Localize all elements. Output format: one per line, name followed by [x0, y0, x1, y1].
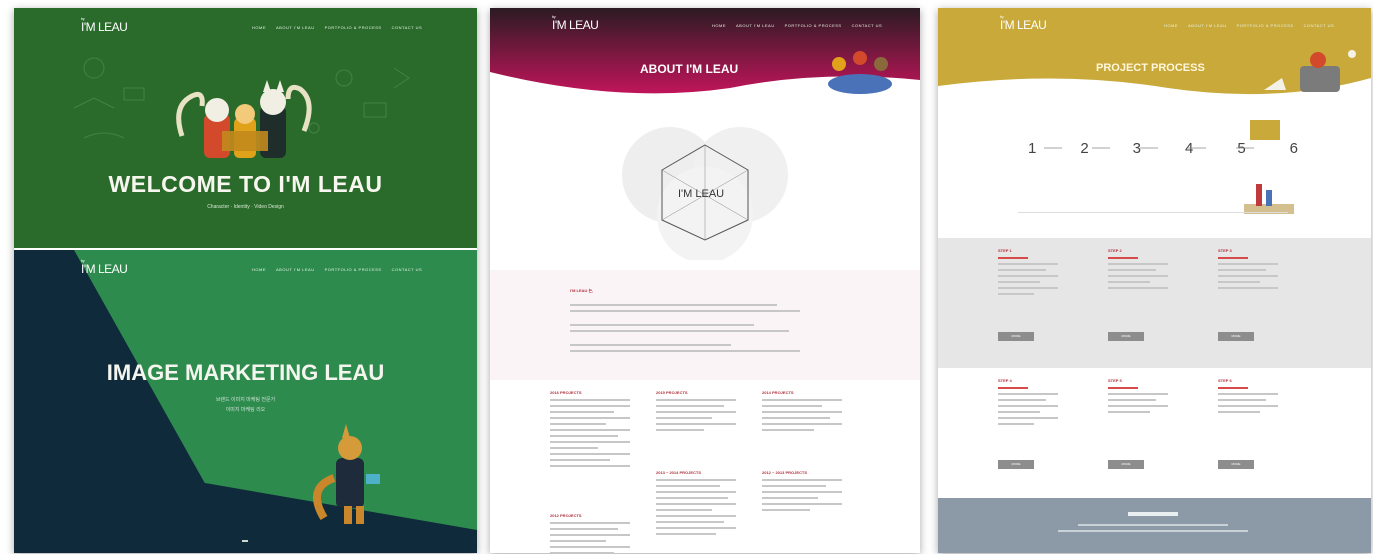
step-card-4: STEP 4 — [998, 378, 1058, 429]
hero-title: WELCOME TO I'M LEAU — [108, 171, 383, 197]
more-button-6[interactable]: MORE — [1218, 460, 1254, 469]
logo-small-text-2: by — [81, 258, 85, 263]
project-column-2016: 2016 PROJECTS — [550, 390, 630, 471]
more-button-3[interactable]: MORE — [1218, 332, 1254, 341]
nav-contact-3[interactable]: CONTACT US — [852, 23, 883, 28]
more-button-1[interactable]: MORE — [998, 332, 1034, 341]
footer-text-line-2 — [1058, 530, 1248, 532]
building-illustration — [1244, 184, 1294, 214]
brand-logo-3[interactable]: by I'M LEAU — [552, 14, 599, 32]
col-head-2016: 2016 PROJECTS — [550, 390, 582, 395]
slide2-title: IMAGE MARKETING LEAU — [106, 360, 385, 385]
timeline-divider — [1018, 212, 1288, 213]
top-nav-4: HOME ABOUT I'M LEAU PORTFOLIO & PROCESS … — [1164, 23, 1334, 28]
screenshot-collage: by I'M LEAU HOME ABOUT I'M LEAU PORTFOLI… — [0, 0, 1373, 554]
nav-portfolio-2[interactable]: PORTFOLIO & PROCESS — [325, 267, 382, 272]
hero-slide-marketing: by I'M LEAU HOME ABOUT I'M LEAU PORTFOLI… — [14, 250, 477, 553]
footer-text-line-1 — [1078, 524, 1228, 526]
panel-about-mockup: by I'M LEAU HOME ABOUT I'M LEAU PORTFOLI… — [490, 8, 920, 553]
process-header-illustration — [1264, 50, 1356, 92]
nav-about-3[interactable]: ABOUT I'M LEAU — [736, 23, 775, 28]
hero-slide-welcome: by I'M LEAU HOME ABOUT I'M LEAU PORTFOLI… — [14, 8, 477, 248]
top-nav-3: HOME ABOUT I'M LEAU PORTFOLIO & PROCESS … — [712, 23, 882, 28]
fox-businessman-illustration — [312, 424, 380, 524]
col-head-2015: 2015 PROJECTS — [656, 390, 688, 395]
diagram-center-logo: I'M LEAU — [678, 188, 725, 200]
characters-illustration — [176, 80, 312, 158]
nav-portfolio-4[interactable]: PORTFOLIO & PROCESS — [1237, 23, 1294, 28]
card-title-3: STEP 3 — [1218, 248, 1232, 253]
logo-small-text-3: by — [552, 14, 556, 19]
slide2-subtitle-2: 이미지 마케팅 리오 — [225, 407, 266, 413]
nav-contact-2[interactable]: CONTACT US — [392, 267, 423, 272]
footer — [938, 498, 1371, 553]
slide2-subtitle-1: 브랜드 이미지 마케팅 전문가 — [215, 397, 276, 403]
team-table-illustration — [828, 51, 892, 94]
panel-process-mockup: by I'M LEAU HOME ABOUT I'M LEAU PORTFOLI… — [938, 8, 1371, 553]
project-column-2013: 2013 ~ 2014 PROJECTS — [656, 470, 736, 539]
nav-about-4[interactable]: ABOUT I'M LEAU — [1188, 23, 1227, 28]
project-column-2012b: 2012 ~ 2013 PROJECTS — [762, 470, 842, 515]
intro-heading: I'M LEAU 는, — [570, 288, 594, 293]
nav-home-3[interactable]: HOME — [712, 23, 726, 28]
hero-subtitle: Character · Identity · Video Design — [207, 204, 284, 210]
more-button-5[interactable]: MORE — [1108, 460, 1144, 469]
card-title-2: STEP 2 — [1108, 248, 1122, 253]
process-section-title: PROJECT PROCESS — [1096, 62, 1205, 74]
nav-contact-4[interactable]: CONTACT US — [1304, 23, 1335, 28]
intro-text-lines — [570, 300, 800, 356]
card-title-5: STEP 5 — [1108, 378, 1122, 383]
about-section-title: ABOUT I'M LEAU — [640, 62, 739, 76]
card-title-6: STEP 6 — [1218, 378, 1232, 383]
logo-text-2: I'M LEAU — [81, 262, 128, 276]
nav-portfolio-3[interactable]: PORTFOLIO & PROCESS — [785, 23, 842, 28]
card-title-4: STEP 4 — [998, 378, 1012, 383]
col-head-2014: 2014 PROJECTS — [762, 390, 794, 395]
nav-about-2[interactable]: ABOUT I'M LEAU — [276, 267, 315, 272]
step-card-1: STEP 1 — [998, 248, 1058, 299]
logo-text-3: I'M LEAU — [552, 18, 599, 32]
more-button-2[interactable]: MORE — [1108, 332, 1144, 341]
project-column-2012: 2012 PROJECTS — [550, 513, 630, 553]
step-card-2: STEP 2 — [1108, 248, 1168, 293]
project-column-2014: 2014 PROJECTS — [762, 390, 842, 435]
footer-logo — [1128, 512, 1178, 516]
card-title-1: STEP 1 — [998, 248, 1012, 253]
brand-logo-2[interactable]: by I'M LEAU — [81, 258, 128, 276]
nav-home-2[interactable]: HOME — [252, 267, 266, 272]
col-head-2013: 2013 ~ 2014 PROJECTS — [656, 470, 702, 475]
logo-small-text-4: by — [1000, 14, 1004, 19]
logo-text-4: I'M LEAU — [1000, 18, 1047, 32]
step-card-5: STEP 5 — [1108, 378, 1168, 417]
col-head-2012b: 2012 ~ 2013 PROJECTS — [762, 470, 808, 475]
project-column-2015: 2015 PROJECTS — [656, 390, 736, 435]
panel-home-mockup: by I'M LEAU HOME ABOUT I'M LEAU PORTFOLI… — [14, 8, 477, 553]
top-nav-2: HOME ABOUT I'M LEAU PORTFOLIO & PROCESS … — [252, 267, 422, 272]
brand-logo-4[interactable]: by I'M LEAU — [1000, 14, 1047, 32]
step-card-3: STEP 3 — [1218, 248, 1278, 293]
slider-dot[interactable] — [242, 540, 248, 542]
more-button-4[interactable]: MORE — [998, 460, 1034, 469]
col-head-2012: 2012 PROJECTS — [550, 513, 582, 518]
nav-home-4[interactable]: HOME — [1164, 23, 1178, 28]
step-card-6: STEP 6 — [1218, 378, 1278, 417]
